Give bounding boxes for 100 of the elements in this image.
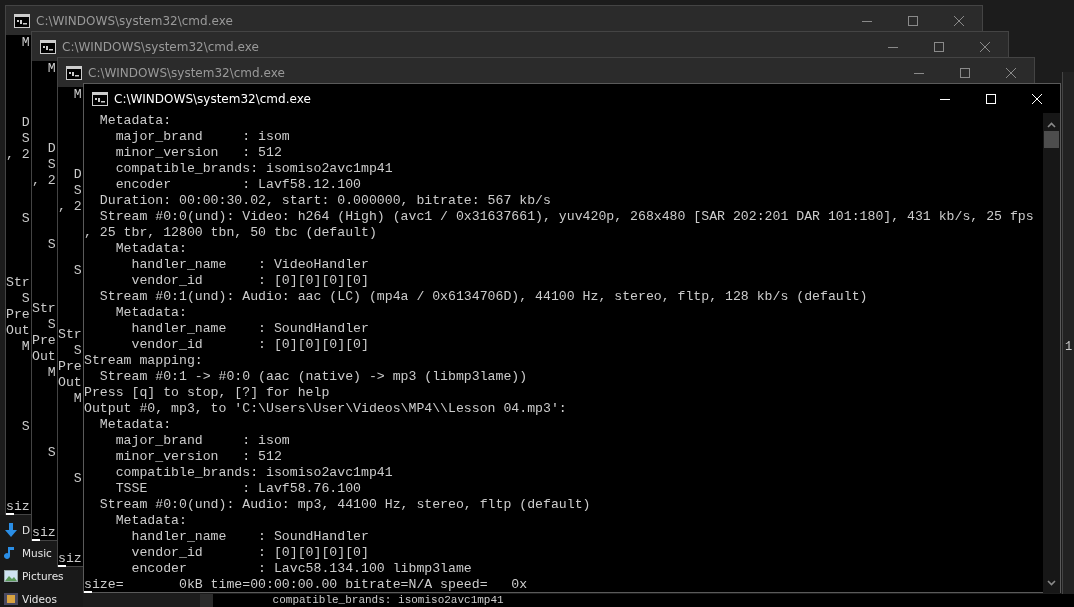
- terminal-line: Pre: [6, 308, 30, 321]
- terminal-line: M: [20, 340, 30, 353]
- text-cursor: [32, 539, 40, 541]
- terminal-line: M: [46, 62, 56, 75]
- terminal-line: Str: [6, 276, 30, 289]
- terminal-icon: [92, 91, 108, 106]
- close-icon: [1006, 67, 1016, 78]
- terminal-line: Metadata:: [114, 514, 187, 527]
- scroll-up-icon: [1047, 121, 1056, 129]
- terminal-line: S: [72, 184, 82, 197]
- terminal-line: S: [46, 238, 56, 251]
- close-icon: [1032, 93, 1042, 104]
- terminal-line: Out: [6, 324, 30, 337]
- terminal-line: siz: [32, 526, 56, 539]
- window-title: C:\WINDOWS\system32\cmd.exe: [114, 91, 312, 106]
- terminal-line: Metadata:: [114, 242, 187, 255]
- scroll-thumb[interactable]: [1044, 131, 1059, 148]
- terminal-line: Metadata:: [98, 114, 172, 127]
- terminal-line: M: [46, 366, 56, 379]
- terminal-icon: [40, 39, 56, 54]
- close-icon: [980, 41, 990, 52]
- scrollbar[interactable]: [1043, 113, 1060, 593]
- terminal-icon: [14, 13, 30, 28]
- terminal-line: D: [20, 116, 30, 129]
- sidebar-item[interactable]: Music: [22, 545, 52, 560]
- terminal-line: Pre: [32, 334, 56, 347]
- sidebar-item[interactable]: D: [22, 522, 31, 537]
- close-icon: [954, 15, 964, 26]
- terminal-line: , 25 tbr, 12800 tbn, 50 tbc (default): [84, 226, 377, 239]
- scroll-down-icon: [1047, 579, 1056, 587]
- terminal-line: siz: [58, 552, 82, 565]
- terminal-line: S: [46, 318, 56, 331]
- terminal-line: S: [46, 158, 56, 171]
- terminal-line: encoder : Lavf58.12.100: [114, 178, 361, 191]
- terminal-line: Metadata:: [114, 306, 187, 319]
- terminal-line: M: [72, 392, 82, 405]
- terminal-line: S: [20, 212, 30, 225]
- terminal-line: compatible_brands: isomiso2avc1mp41: [114, 466, 393, 479]
- terminal-line: compatible_brands: isomiso2avc1mp41: [114, 162, 393, 175]
- terminal-line: vendor_id : [0][0][0][0]: [130, 546, 369, 559]
- terminal-line: compatible_brands: isomiso2avc1mp41: [271, 594, 504, 606]
- text-cursor: [6, 513, 14, 515]
- film-icon: [4, 591, 18, 606]
- terminal-line: Stream #0:0(und): Video: h264 (High) (avc1 / 0x31637661), yuv420p, 268x480 [SAR 202:201 DAR 101:180], 431 kb/s, 25 fps: [98, 210, 1034, 223]
- terminal-line: siz: [6, 500, 30, 513]
- terminal-line: handler_name : SoundHandler: [130, 530, 369, 543]
- window-title: C:\WINDOWS\system32\cmd.exe: [62, 39, 260, 54]
- terminal-line: S: [72, 472, 82, 485]
- terminal-line: Stream #0:1 -> #0:0 (aac (native) -> mp3 (libmp3lame)): [98, 370, 528, 383]
- terminal-line: major_brand : isom: [114, 434, 290, 447]
- terminal-line: Stream #0:0(und): Audio: mp3, 44100 Hz, stereo, fltp (default): [98, 498, 591, 511]
- terminal-line: M: [72, 88, 82, 101]
- terminal-line: Out: [32, 350, 56, 363]
- terminal-line: major_brand : isom: [114, 130, 290, 143]
- terminal-line: M: [20, 36, 30, 49]
- terminal-line: Duration: 00:00:30.02, start: 0.000000, bitrate: 567 kb/s: [98, 194, 551, 207]
- window-edge: [200, 594, 213, 607]
- maximize-icon: [908, 15, 918, 26]
- download-icon: [4, 522, 18, 537]
- terminal-text: 1: [1065, 340, 1074, 354]
- terminal-line: Pre: [58, 360, 82, 373]
- terminal-line: D: [72, 168, 82, 181]
- terminal-line: Out: [58, 376, 82, 389]
- maximize-icon: [960, 67, 970, 78]
- sidebar-item[interactable]: Pictures: [22, 568, 64, 583]
- terminal-line: TSSE : Lavf58.76.100: [114, 482, 361, 495]
- terminal-icon: [66, 65, 82, 80]
- terminal-line: encoder : Lavc58.134.100 libmp3lame: [130, 562, 472, 575]
- terminal-line: S: [72, 264, 82, 277]
- terminal-line: S: [20, 132, 30, 145]
- window-title: C:\WINDOWS\system32\cmd.exe: [88, 65, 286, 80]
- terminal-line: vendor_id : [0][0][0][0]: [130, 274, 369, 287]
- terminal-line: Press [q] to stop, [?] for help: [84, 386, 330, 399]
- terminal-line: Stream #0:1(und): Audio: aac (LC) (mp4a / 0x6134706D), 44100 Hz, stereo, fltp, 128 kb/s (default): [98, 290, 868, 303]
- picture-icon: [4, 568, 18, 583]
- terminal-line: minor_version : 512: [114, 146, 282, 159]
- terminal-line: Output #0, mp3, to 'C:\Users\User\Videos\MP4\\Lesson 04.mp3':: [84, 402, 567, 415]
- terminal-line: vendor_id : [0][0][0][0]: [130, 338, 369, 351]
- window-title: C:\WINDOWS\system32\cmd.exe: [36, 13, 234, 28]
- terminal-line: minor_version : 512: [114, 450, 282, 463]
- maximize-icon: [986, 93, 996, 104]
- terminal-line: Str: [32, 302, 56, 315]
- terminal-line: , 2: [58, 200, 82, 213]
- terminal-line: handler_name : SoundHandler: [130, 322, 369, 335]
- maximize-icon: [934, 41, 944, 52]
- terminal-line: , 2: [6, 148, 30, 161]
- text-cursor: [58, 565, 66, 567]
- terminal-line: S: [20, 420, 30, 433]
- sidebar-item[interactable]: Videos: [22, 591, 57, 606]
- terminal-line: , 2: [32, 174, 56, 187]
- terminal-line: D: [46, 142, 56, 155]
- terminal-line: size= 0kB time=00:00:00.00 bitrate=N/A speed= 0x: [84, 578, 528, 591]
- terminal-line: S: [72, 344, 82, 357]
- terminal-line: Stream mapping:: [84, 354, 203, 367]
- terminal-line: S: [20, 292, 30, 305]
- terminal-line: S: [46, 446, 56, 459]
- terminal-line: Metadata:: [98, 418, 172, 431]
- terminal-line: Str: [58, 328, 82, 341]
- text-cursor: [84, 591, 92, 593]
- terminal-line: handler_name : VideoHandler: [130, 258, 369, 271]
